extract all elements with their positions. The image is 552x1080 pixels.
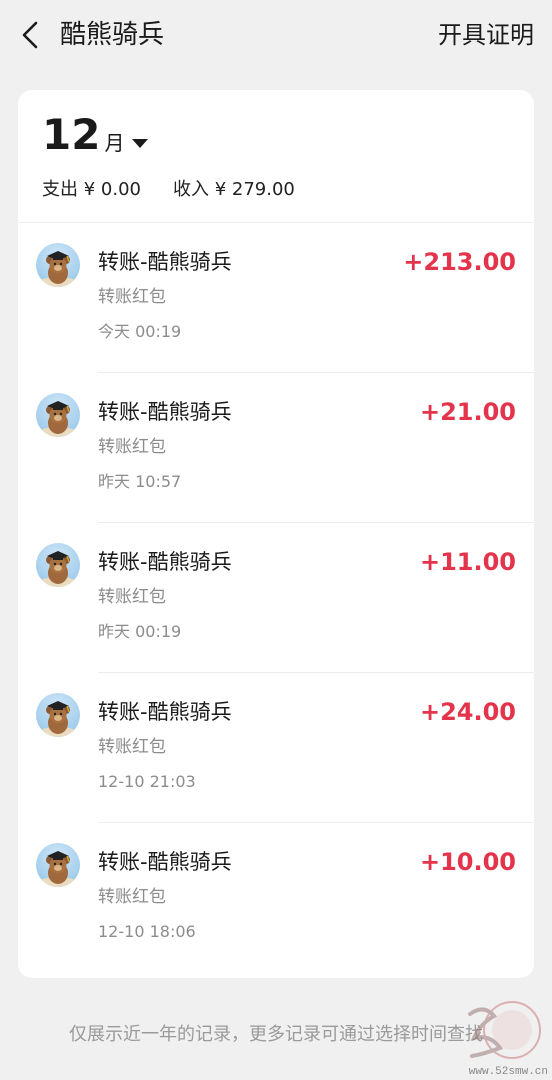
income-total: 收入 ¥ 279.00 <box>172 179 295 200</box>
bear-graduate-avatar <box>36 843 80 887</box>
expense-total: 支出 ¥ 0.00 <box>42 179 141 200</box>
transaction-row[interactable]: 转账-酷熊骑兵转账红包 12-10 18:06 +10.00 <box>18 823 534 973</box>
transaction-type: 转账红包 <box>98 287 166 307</box>
transaction-type: 转账红包 <box>98 437 166 457</box>
transaction-amount: +11.00 <box>419 548 516 576</box>
month-number: 12 <box>42 110 101 159</box>
transaction-name: 转账-酷熊骑兵 <box>98 250 232 274</box>
transaction-type: 转账红包 <box>98 587 166 607</box>
transaction-name: 转账-酷熊骑兵 <box>98 700 232 724</box>
transaction-type: 转账红包 <box>98 737 166 757</box>
back-button[interactable] <box>14 18 46 52</box>
transaction-time: 今天 00:19 <box>98 322 182 341</box>
month-summary: 支出 ¥ 0.00 收入 ¥ 279.00 <box>42 178 295 202</box>
month-selector[interactable]: 12 月 <box>42 110 149 159</box>
bear-graduate-avatar <box>36 693 80 737</box>
issue-certificate-button[interactable]: 开具证明 <box>438 18 534 52</box>
transaction-name: 转账-酷熊骑兵 <box>98 550 232 574</box>
bear-graduate-avatar <box>36 393 80 437</box>
transaction-time: 昨天 10:57 <box>98 472 182 491</box>
transaction-time: 12-10 18:06 <box>98 922 196 941</box>
watermark-text: www.52smw.cn <box>468 1066 548 1078</box>
page-title: 酷熊骑兵 <box>60 20 165 50</box>
transaction-amount: +10.00 <box>419 848 516 876</box>
month-unit: 月 <box>104 131 125 155</box>
top-bar: 酷熊骑兵 开具证明 <box>0 0 552 70</box>
records-card: 12 月 支出 ¥ 0.00 收入 ¥ 279.00 转账-酷熊骑兵 转账红包 今天… <box>18 90 534 978</box>
watermark-seal <box>450 994 546 1074</box>
transaction-name: 转账-酷熊骑兵 <box>98 400 232 424</box>
caret-down-icon <box>132 139 149 148</box>
transaction-row[interactable]: 转账-酷熊骑兵转账红包昨天 00:19 +11.00 <box>18 523 534 673</box>
chevron-left-icon <box>22 21 38 49</box>
transaction-amount: +21.00 <box>419 398 516 426</box>
transaction-row[interactable]: 转账-酷熊骑兵转账红包昨天 10:57 +21.00 <box>18 373 534 523</box>
transaction-name: 转账-酷熊骑兵 <box>98 850 232 874</box>
transaction-amount: +24.00 <box>419 698 516 726</box>
transaction-row[interactable]: 转账-酷熊骑兵转账红包 12-10 21:03 +24.00 <box>18 673 534 823</box>
bear-graduate-avatar <box>36 543 80 587</box>
transaction-type: 转账红包 <box>98 887 166 907</box>
transaction-amount: +213.00 <box>403 248 516 276</box>
bear-graduate-avatar <box>36 243 80 287</box>
transaction-time: 昨天 00:19 <box>98 622 182 641</box>
transaction-row[interactable]: 转账-酷熊骑兵转账红包今天 00:19 +213.00 <box>18 223 534 373</box>
transaction-time: 12-10 21:03 <box>98 772 196 791</box>
